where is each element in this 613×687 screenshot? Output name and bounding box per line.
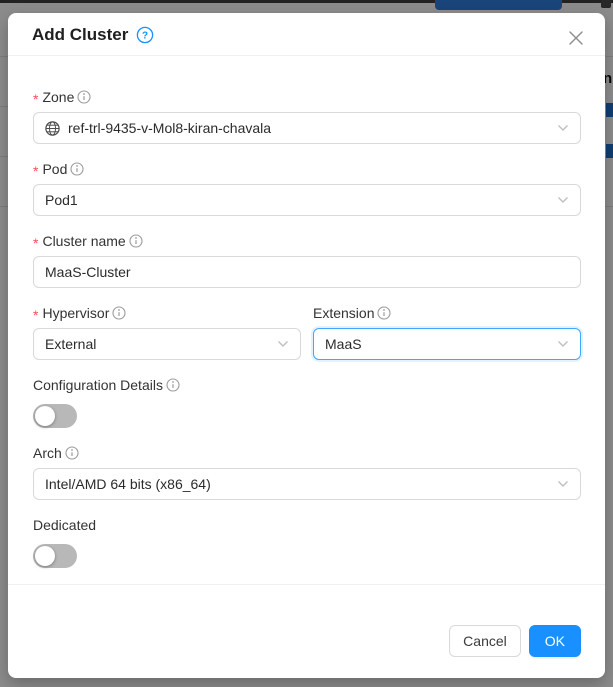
form-item-configuration-details: Configuration Details <box>33 374 581 428</box>
screen: n Add Cluster ? * <box>0 0 613 687</box>
form-item-cluster-name: * Cluster name MaaS-Cluster <box>33 230 581 288</box>
pod-select-value: Pod1 <box>45 192 569 208</box>
zone-select[interactable]: ref-trl-9435-v-Mol8-kiran-chavala <box>33 112 581 144</box>
info-circle-icon[interactable] <box>77 90 91 104</box>
form-item-zone: * Zone <box>33 86 581 144</box>
toggle-knob <box>35 546 55 566</box>
chevron-down-icon <box>557 480 569 488</box>
zone-label: * Zone <box>33 86 581 108</box>
extension-label: Extension <box>313 302 581 324</box>
pod-label-text: Pod <box>42 161 67 177</box>
form-item-arch: Arch Intel/AMD 64 bits (x86_64) <box>33 442 581 500</box>
dedicated-label: Dedicated <box>33 514 581 536</box>
hypervisor-label: * Hypervisor <box>33 302 301 324</box>
zone-label-text: Zone <box>42 89 74 105</box>
info-circle-icon[interactable] <box>112 306 126 320</box>
info-circle-icon[interactable] <box>65 446 79 460</box>
arch-select[interactable]: Intel/AMD 64 bits (x86_64) <box>33 468 581 500</box>
extension-label-text: Extension <box>313 305 374 321</box>
form-item-pod: * Pod Pod1 <box>33 158 581 216</box>
configuration-details-label: Configuration Details <box>33 374 581 396</box>
dedicated-toggle[interactable] <box>33 544 77 568</box>
chevron-down-icon <box>557 124 569 132</box>
cluster-name-label: * Cluster name <box>33 230 581 252</box>
pod-select[interactable]: Pod1 <box>33 184 581 216</box>
hypervisor-select-value: External <box>45 336 289 352</box>
globe-icon <box>45 121 60 136</box>
dedicated-label-text: Dedicated <box>33 517 96 533</box>
configuration-details-toggle[interactable] <box>33 404 77 428</box>
hypervisor-select[interactable]: External <box>33 328 301 360</box>
zone-select-value: ref-trl-9435-v-Mol8-kiran-chavala <box>68 120 569 136</box>
question-circle-icon[interactable]: ? <box>136 26 154 44</box>
pod-label: * Pod <box>33 158 581 180</box>
form-item-hypervisor: * Hypervisor External <box>33 302 301 360</box>
info-circle-icon[interactable] <box>377 306 391 320</box>
close-icon[interactable] <box>565 27 587 49</box>
chevron-down-icon <box>557 196 569 204</box>
required-marker: * <box>33 88 38 106</box>
required-marker: * <box>33 160 38 178</box>
cancel-button[interactable]: Cancel <box>449 625 521 657</box>
required-marker: * <box>33 304 38 322</box>
extension-select[interactable]: MaaS <box>313 328 581 360</box>
modal-header: Add Cluster ? <box>8 13 605 56</box>
form-row-hypervisor-extension: * Hypervisor External <box>33 302 581 360</box>
arch-select-value: Intel/AMD 64 bits (x86_64) <box>45 476 569 492</box>
extension-select-value: MaaS <box>325 336 569 352</box>
info-circle-icon[interactable] <box>166 378 180 392</box>
cluster-name-input-value: MaaS-Cluster <box>45 264 131 280</box>
cluster-name-label-text: Cluster name <box>42 233 125 249</box>
cluster-name-input[interactable]: MaaS-Cluster <box>33 256 581 288</box>
arch-label: Arch <box>33 442 581 464</box>
info-circle-icon[interactable] <box>129 234 143 248</box>
modal-footer: Cancel OK <box>8 584 605 678</box>
arch-label-text: Arch <box>33 445 62 461</box>
chevron-down-icon <box>557 340 569 348</box>
chevron-down-icon <box>277 340 289 348</box>
toggle-knob <box>35 406 55 426</box>
modal-title: Add Cluster <box>32 23 128 46</box>
svg-text:?: ? <box>142 30 148 41</box>
form-item-extension: Extension MaaS <box>313 302 581 360</box>
info-circle-icon[interactable] <box>70 162 84 176</box>
hypervisor-label-text: Hypervisor <box>42 305 109 321</box>
add-cluster-modal: Add Cluster ? * Zone <box>8 13 605 678</box>
modal-body: * Zone <box>8 56 605 584</box>
form-item-dedicated: Dedicated <box>33 514 581 568</box>
ok-button[interactable]: OK <box>529 625 581 657</box>
configuration-details-label-text: Configuration Details <box>33 377 163 393</box>
required-marker: * <box>33 232 38 250</box>
